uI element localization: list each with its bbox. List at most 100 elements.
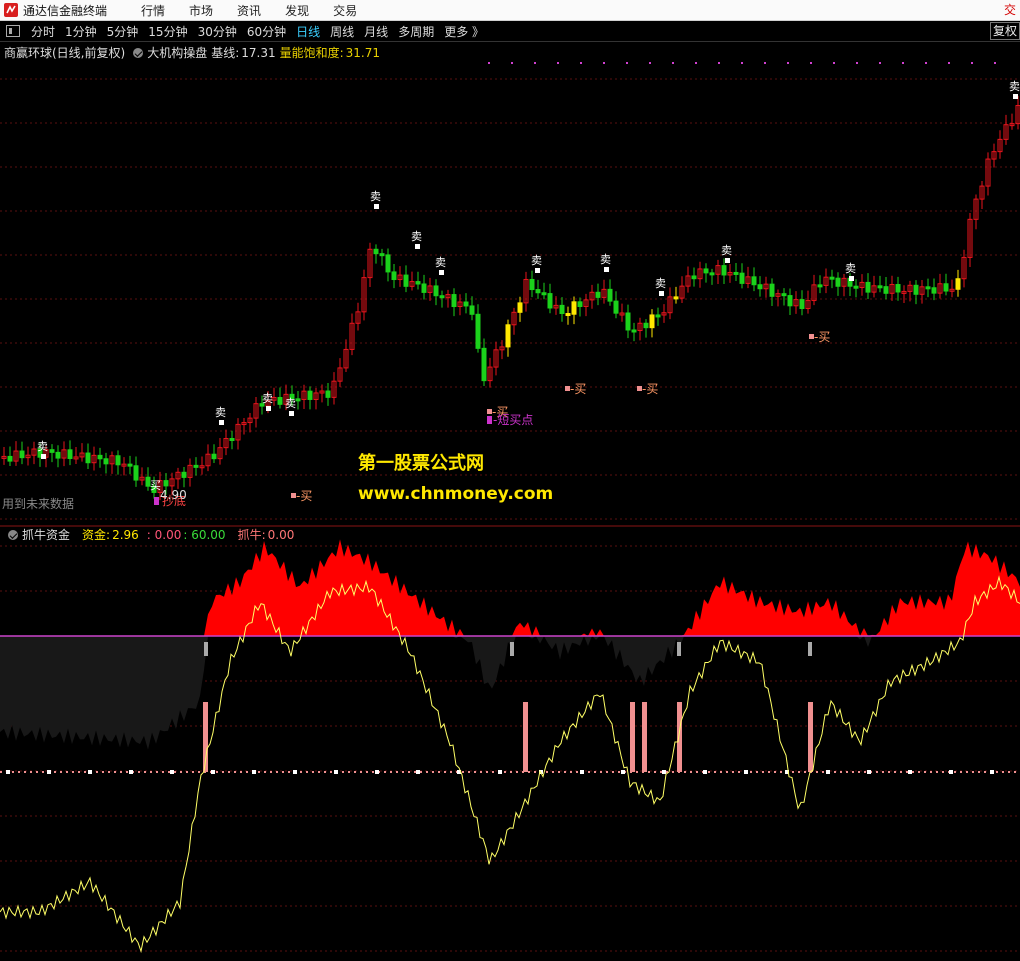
- zero-dot: [990, 770, 994, 774]
- candle-body: [211, 453, 217, 460]
- period-daily[interactable]: 日线: [291, 23, 325, 40]
- candle-body: [769, 283, 775, 297]
- signal-dot: [971, 62, 973, 64]
- candle-body: [295, 398, 301, 402]
- main-legend: 商赢环球(日线,前复权) 大机构操盘 基线: 17.31 量能饱和度: 31.7…: [4, 44, 384, 61]
- candle-body: [181, 471, 187, 478]
- candle-body: [325, 390, 331, 398]
- candle-body: [595, 291, 601, 298]
- candle-body: [517, 302, 523, 313]
- zero-dot: [88, 770, 92, 774]
- trade-link[interactable]: 交: [1004, 1, 1016, 18]
- candle-body: [565, 313, 571, 317]
- zero-dot: [867, 770, 871, 774]
- candle-body: [703, 268, 709, 274]
- sell-marker: [1013, 94, 1018, 99]
- candle-body: [475, 313, 481, 349]
- menu-shichang[interactable]: 市场: [177, 2, 225, 19]
- buy-label: -买: [642, 382, 658, 396]
- zero-dot: [170, 770, 174, 774]
- signal-dot: [488, 62, 490, 64]
- saturation-label: 量能饱和度:: [279, 46, 344, 60]
- zero-dot: [703, 770, 707, 774]
- signal-dot: [994, 62, 996, 64]
- period-weekly[interactable]: 周线: [325, 23, 359, 40]
- menu-hangqing[interactable]: 行情: [129, 2, 177, 19]
- bull-bar: [677, 702, 682, 772]
- candle-body: [817, 284, 823, 288]
- sell-marker: [41, 454, 46, 459]
- sell-label: 卖: [435, 256, 446, 269]
- signal-dot: [856, 62, 858, 64]
- fund-positive-area: [0, 539, 1020, 636]
- candle-body: [751, 276, 757, 286]
- period-more[interactable]: 更多 》: [439, 23, 489, 40]
- candle-body: [451, 294, 457, 308]
- sub-indicator-name[interactable]: 抓牛资金: [22, 526, 70, 543]
- zero-dot: [744, 770, 748, 774]
- zero-dot: [293, 770, 297, 774]
- main-indicator-name[interactable]: 大机构操盘: [147, 44, 207, 61]
- candle-body: [721, 265, 727, 276]
- stock-name: 商赢环球(日线,前复权): [4, 46, 126, 60]
- signal-dot: [948, 62, 950, 64]
- base-value: 17.31: [241, 45, 276, 60]
- zero-dot: [826, 770, 830, 774]
- candle-body: [547, 293, 553, 309]
- period-fenshi[interactable]: 分时: [26, 23, 60, 40]
- candle-body: [19, 450, 25, 459]
- indicator-menu-icon[interactable]: [133, 47, 144, 58]
- candle-body: [7, 455, 13, 462]
- candle-body: [469, 305, 475, 315]
- title-bar: 通达信金融终端 行情 市场 资讯 发现 交易 交: [0, 0, 1020, 21]
- sell-label: 卖: [600, 253, 611, 266]
- base-label: 基线:: [211, 46, 240, 60]
- panel-toggle-icon[interactable]: [6, 25, 20, 37]
- bull-label: 抓牛:: [237, 528, 266, 542]
- menu-zixun[interactable]: 资讯: [225, 2, 273, 19]
- bull-bar: [630, 702, 635, 772]
- fund-line: [0, 575, 1020, 954]
- candle-body: [463, 301, 469, 307]
- candle-body: [559, 304, 565, 315]
- period-60min[interactable]: 60分钟: [242, 23, 291, 40]
- period-30min[interactable]: 30分钟: [193, 23, 242, 40]
- zero-dot: [375, 770, 379, 774]
- watermark-title: 第一股票公式网: [358, 453, 484, 474]
- candle-body: [103, 458, 109, 465]
- sub-indicator-menu-icon[interactable]: [8, 529, 18, 540]
- period-monthly[interactable]: 月线: [359, 23, 393, 40]
- period-1min[interactable]: 1分钟: [60, 23, 102, 40]
- candle-body: [781, 293, 787, 297]
- signal-dot: [649, 62, 651, 64]
- sell-marker: [374, 204, 379, 209]
- sell-marker: [604, 267, 609, 272]
- candle-body: [535, 289, 541, 294]
- period-5min[interactable]: 5分钟: [102, 23, 144, 40]
- signal-dot: [741, 62, 743, 64]
- sell-label: 卖: [37, 440, 48, 453]
- candle-body: [67, 449, 73, 459]
- candle-body: [85, 452, 91, 464]
- fuquan-button[interactable]: 复权: [989, 22, 1020, 40]
- candlesticks: [1, 95, 1020, 501]
- menu-jiaoyi[interactable]: 交易: [321, 2, 369, 19]
- period-multi[interactable]: 多周期: [393, 23, 439, 40]
- sell-label: 卖: [1009, 80, 1020, 93]
- sell-marker: [289, 411, 294, 416]
- candle-body: [49, 449, 55, 453]
- candle-body: [853, 285, 859, 289]
- candle-body: [895, 284, 901, 293]
- menu-faxian[interactable]: 发现: [273, 2, 321, 19]
- candle-body: [943, 283, 949, 292]
- watermark-url: www.chnmoney.com: [358, 484, 554, 504]
- candle-body: [931, 287, 937, 294]
- candle-body: [391, 271, 397, 281]
- zero-dot: [662, 770, 666, 774]
- fund-label: 资金:: [82, 528, 111, 542]
- sell-marker: [415, 244, 420, 249]
- sub-value-3: : 60.00: [183, 527, 226, 542]
- period-15min[interactable]: 15分钟: [143, 23, 192, 40]
- fund-indicator: [0, 539, 1020, 954]
- signal-dot: [557, 62, 559, 64]
